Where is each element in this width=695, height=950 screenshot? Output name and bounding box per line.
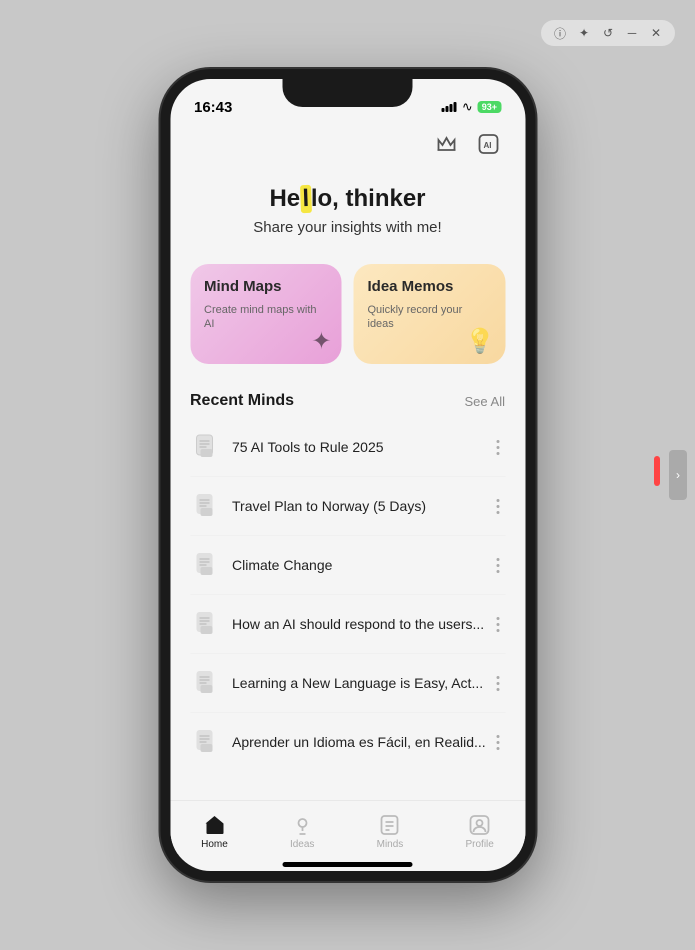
item-text-6: Aprender un Idioma es Fácil, en Realid..… [232, 734, 490, 750]
item-icon-2 [190, 490, 222, 522]
recent-minds-title: Recent Minds [190, 392, 294, 410]
list-item[interactable]: 75 AI Tools to Rule 2025 [190, 418, 505, 477]
item-icon-4 [190, 608, 222, 640]
minimize-icon[interactable]: ─ [623, 24, 641, 42]
item-text-5: Learning a New Language is Easy, Act... [232, 675, 490, 691]
phone-frame: 16:43 ∿ 93+ [160, 69, 535, 881]
ai-button[interactable]: AI [471, 127, 505, 161]
scroll-indicator [654, 456, 660, 486]
wifi-icon: ∿ [462, 99, 473, 115]
window-controls: ⓘ ✦ ↺ ─ ✕ [541, 20, 675, 46]
bottom-nav: Home Ideas Minds [170, 800, 525, 854]
item-more-4[interactable] [490, 613, 505, 636]
nav-ideas[interactable]: Ideas [280, 809, 324, 854]
item-text-1: 75 AI Tools to Rule 2025 [232, 439, 490, 455]
greeting-hello: Hello, thinker [190, 185, 505, 213]
nav-profile[interactable]: Profile [456, 809, 504, 854]
cards-row: Mind Maps Create mind maps with AI ✦ Ide… [190, 264, 505, 364]
mind-maps-deco: ✦ [311, 327, 331, 356]
recent-minds-list: 75 AI Tools to Rule 2025 [190, 418, 505, 771]
nav-profile-label: Profile [466, 839, 494, 850]
item-icon-1 [190, 431, 222, 463]
info-icon[interactable]: ⓘ [551, 24, 569, 42]
nav-ideas-label: Ideas [290, 839, 314, 850]
nav-home-label: Home [201, 839, 228, 850]
close-icon[interactable]: ✕ [647, 24, 665, 42]
battery-indicator: 93+ [478, 101, 501, 113]
item-icon-3 [190, 549, 222, 581]
home-indicator [283, 862, 413, 867]
idea-memos-card[interactable]: Idea Memos Quickly record your ideas 💡 [354, 264, 506, 364]
side-arrow[interactable]: › [669, 450, 687, 500]
recent-minds-header: Recent Minds See All [190, 392, 505, 410]
item-text-2: Travel Plan to Norway (5 Days) [232, 498, 490, 514]
see-all-button[interactable]: See All [465, 394, 505, 409]
svg-text:AI: AI [483, 141, 491, 150]
item-text-4: How an AI should respond to the users... [232, 616, 490, 632]
status-bar: 16:43 ∿ 93+ [170, 79, 525, 123]
top-actions: AI [170, 123, 525, 165]
list-item[interactable]: Aprender un Idioma es Fácil, en Realid..… [190, 713, 505, 771]
greeting-section: Hello, thinker Share your insights with … [190, 165, 505, 260]
greeting-subtitle: Share your insights with me! [190, 219, 505, 236]
nav-minds-label: Minds [377, 839, 404, 850]
mind-maps-title: Mind Maps [204, 278, 328, 295]
list-item[interactable]: Learning a New Language is Easy, Act... [190, 654, 505, 713]
idea-memos-deco: 💡 [465, 327, 495, 356]
item-text-3: Climate Change [232, 557, 490, 573]
item-icon-5 [190, 667, 222, 699]
item-more-2[interactable] [490, 495, 505, 518]
mind-maps-card[interactable]: Mind Maps Create mind maps with AI ✦ [190, 264, 342, 364]
item-more-5[interactable] [490, 672, 505, 695]
main-content: Hello, thinker Share your insights with … [170, 165, 525, 800]
list-item[interactable]: Travel Plan to Norway (5 Days) [190, 477, 505, 536]
item-more-6[interactable] [490, 731, 505, 754]
signal-icon [442, 102, 457, 112]
highlight-letter: l [300, 185, 312, 213]
list-item[interactable]: How an AI should respond to the users... [190, 595, 505, 654]
window-frame: ⓘ ✦ ↺ ─ ✕ › 16:43 ∿ 93+ [0, 0, 695, 950]
nav-minds[interactable]: Minds [367, 809, 414, 854]
item-more-3[interactable] [490, 554, 505, 577]
star-icon[interactable]: ✦ [575, 24, 593, 42]
refresh-icon[interactable]: ↺ [599, 24, 617, 42]
item-icon-6 [190, 726, 222, 758]
status-icons: ∿ 93+ [442, 99, 501, 115]
item-more-1[interactable] [490, 436, 505, 459]
mind-maps-subtitle: Create mind maps with AI [204, 303, 328, 332]
nav-home[interactable]: Home [191, 809, 238, 854]
status-time: 16:43 [194, 99, 232, 116]
idea-memos-title: Idea Memos [368, 278, 492, 295]
greeting-text: Hello, thinker [269, 185, 425, 212]
crown-button[interactable] [429, 127, 463, 161]
list-item[interactable]: Climate Change [190, 536, 505, 595]
